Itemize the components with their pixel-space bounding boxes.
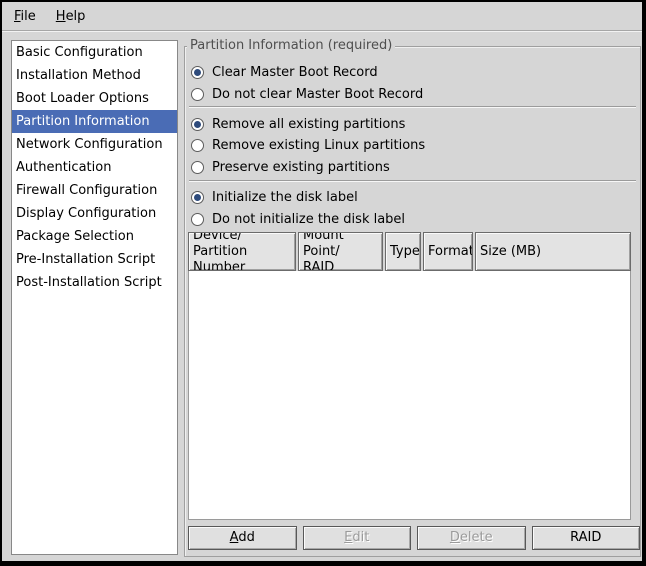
add-button-label: dd [238,530,255,545]
partition-table-header: Device/ Partition Number Mount Point/ RA… [188,232,631,271]
radio-remove-all-partitions-label: Remove all existing partitions [212,117,405,132]
sidebar-item-basic-configuration[interactable]: Basic Configuration [12,41,177,64]
edit-button-label: dit [352,530,369,545]
radio-init-disk-label-label: Initialize the disk label [212,190,358,205]
separator [189,106,636,108]
radio-no-clear-mbr[interactable]: Do not clear Master Boot Record [191,84,423,104]
menu-file[interactable]: File [6,5,44,28]
menu-help-label: elp [66,9,86,24]
separator [189,180,636,182]
radio-clear-mbr[interactable]: Clear Master Boot Record [191,62,378,82]
menubar: File Help [2,2,642,31]
radio-clear-mbr-label: Clear Master Boot Record [212,65,378,80]
kickstart-configurator-window: { "menubar": { "items": [ { "mn": "F", "… [0,0,646,566]
menu-help-mnemonic: H [56,9,66,24]
section-list: Basic Configuration Installation Method … [11,40,178,555]
delete-button[interactable]: Delete [417,526,526,550]
radio-selected-icon[interactable] [191,118,204,131]
radio-no-init-disk-label-label: Do not initialize the disk label [212,212,405,227]
raid-button-label: RAID [570,530,601,545]
raid-button[interactable]: RAID [532,526,641,550]
delete-button-label: elete [460,530,493,545]
radio-remove-linux-partitions-label: Remove existing Linux partitions [212,138,425,153]
radio-unselected-icon[interactable] [191,88,204,101]
radio-unselected-icon[interactable] [191,161,204,174]
radio-unselected-icon[interactable] [191,139,204,152]
sidebar-item-installation-method[interactable]: Installation Method [12,64,177,87]
radio-remove-linux-partitions[interactable]: Remove existing Linux partitions [191,135,425,155]
column-header-format[interactable]: Format [423,232,473,271]
sidebar-item-pre-installation-script[interactable]: Pre-Installation Script [12,248,177,271]
radio-selected-icon[interactable] [191,191,204,204]
edit-button[interactable]: Edit [303,526,412,550]
radio-remove-all-partitions[interactable]: Remove all existing partitions [191,114,405,134]
partition-action-buttons: Add Edit Delete RAID [188,526,640,550]
column-header-mount-point-raid[interactable]: Mount Point/ RAID [298,232,383,271]
add-button[interactable]: Add [188,526,297,550]
column-header-type[interactable]: Type [385,232,421,271]
column-header-size-mb[interactable]: Size (MB) [475,232,631,271]
radio-preserve-partitions-label: Preserve existing partitions [212,160,390,175]
delete-button-mnemonic: D [450,530,460,545]
column-header-device-partition-number[interactable]: Device/ Partition Number [188,232,296,271]
menu-help[interactable]: Help [48,5,94,28]
sidebar-item-post-installation-script[interactable]: Post-Installation Script [12,271,177,294]
radio-preserve-partitions[interactable]: Preserve existing partitions [191,157,390,177]
sidebar-item-partition-information[interactable]: Partition Information [12,110,177,133]
sidebar-item-boot-loader-options[interactable]: Boot Loader Options [12,87,177,110]
partition-information-frame: Partition Information (required) Clear M… [184,46,641,557]
radio-init-disk-label[interactable]: Initialize the disk label [191,187,358,207]
sidebar-item-package-selection[interactable]: Package Selection [12,225,177,248]
sidebar-item-authentication[interactable]: Authentication [12,156,177,179]
radio-no-init-disk-label[interactable]: Do not initialize the disk label [191,209,405,229]
frame-title: Partition Information (required) [187,38,395,53]
radio-selected-icon[interactable] [191,66,204,79]
sidebar-item-firewall-configuration[interactable]: Firewall Configuration [12,179,177,202]
partition-table-body[interactable] [188,271,631,520]
radio-no-clear-mbr-label: Do not clear Master Boot Record [212,87,423,102]
radio-unselected-icon[interactable] [191,213,204,226]
sidebar-item-display-configuration[interactable]: Display Configuration [12,202,177,225]
menu-file-label: ile [21,9,36,24]
sidebar-item-network-configuration[interactable]: Network Configuration [12,133,177,156]
